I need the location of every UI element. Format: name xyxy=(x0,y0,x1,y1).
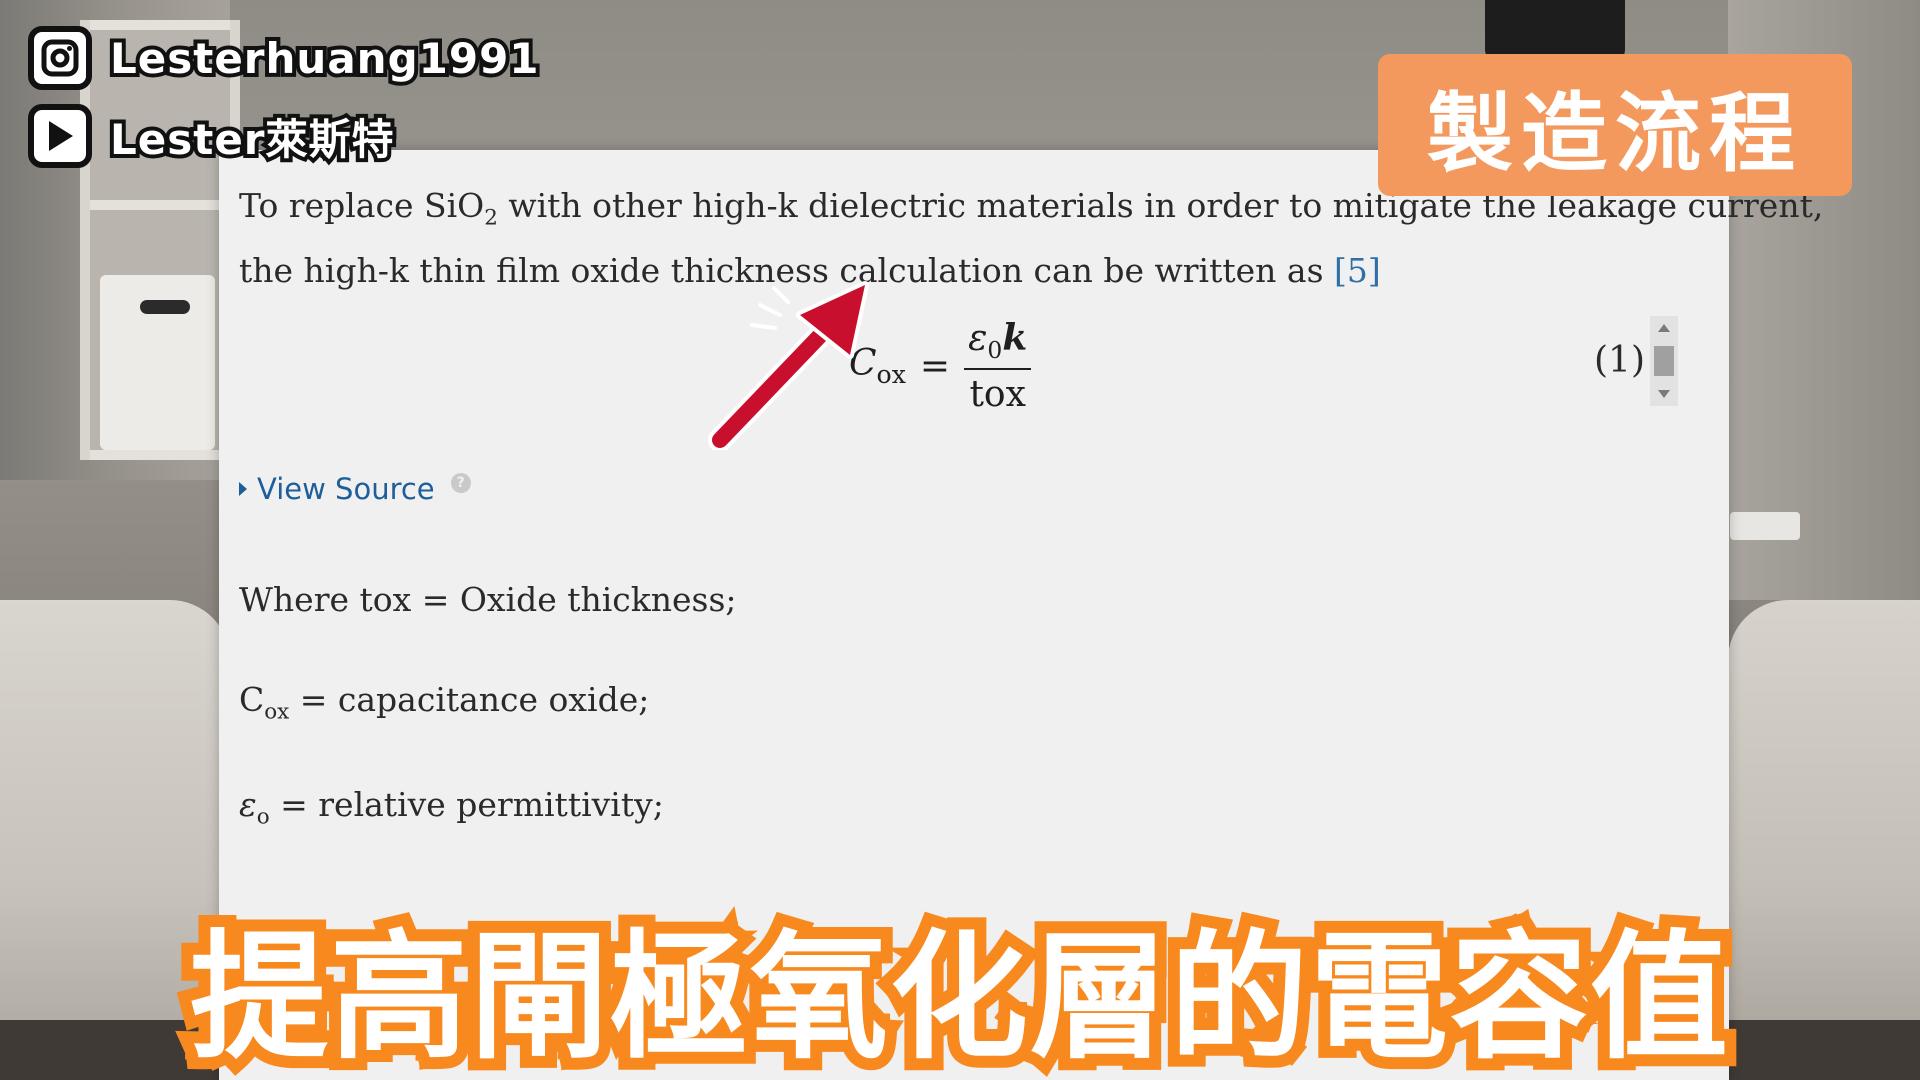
instagram-row: Lesterhuang1991 xyxy=(28,26,543,90)
equation-number: (1) xyxy=(1594,340,1645,381)
view-source-toggle[interactable]: View Source ? xyxy=(239,472,471,506)
scroll-down-icon[interactable] xyxy=(1658,390,1670,398)
instagram-handle: Lesterhuang1991 xyxy=(106,30,543,87)
youtube-play-icon xyxy=(28,104,92,168)
instagram-icon xyxy=(28,26,92,90)
intro-paragraph: To replace SiO2 with other high-k dielec… xyxy=(239,180,1823,297)
background-storage-box xyxy=(100,275,215,450)
intro-line-2: the high-k thin film oxide thickness cal… xyxy=(239,250,1381,290)
youtube-row: Lester萊斯特 xyxy=(28,104,540,168)
view-source-label: View Source xyxy=(257,472,435,506)
scroll-thumb[interactable] xyxy=(1654,346,1674,376)
equation-numerator: ε0k xyxy=(964,317,1032,371)
red-annotation-arrow xyxy=(708,281,869,450)
background-socket xyxy=(1730,512,1800,540)
background-device xyxy=(1485,0,1625,60)
equation-denominator: tox xyxy=(969,374,1026,416)
social-handles: Lesterhuang1991 Lester萊斯特 xyxy=(28,26,543,168)
equation-equals: = xyxy=(919,345,951,387)
scroll-up-icon[interactable] xyxy=(1658,324,1670,332)
section-tag: 製造流程 xyxy=(1378,54,1852,196)
definition-epsilon: εo = relative permittivity; xyxy=(239,785,664,830)
definition-cox: Cox = capacitance oxide; xyxy=(239,680,650,725)
reference-link[interactable]: [5] xyxy=(1334,251,1381,290)
definition-tox: Where tox = Oxide thickness; xyxy=(239,580,737,619)
equation-scrollbar[interactable] xyxy=(1650,316,1678,406)
youtube-channel: Lester萊斯特 xyxy=(106,111,398,168)
equation-fraction: ε0k tox xyxy=(964,317,1032,416)
video-frame: To replace SiO2 with other high-k dielec… xyxy=(0,0,1920,1080)
expand-triangle-icon xyxy=(239,482,247,496)
help-icon[interactable]: ? xyxy=(450,473,471,493)
subtitle-caption: 提高閘極氧化層的電容值 xyxy=(178,905,1740,1080)
